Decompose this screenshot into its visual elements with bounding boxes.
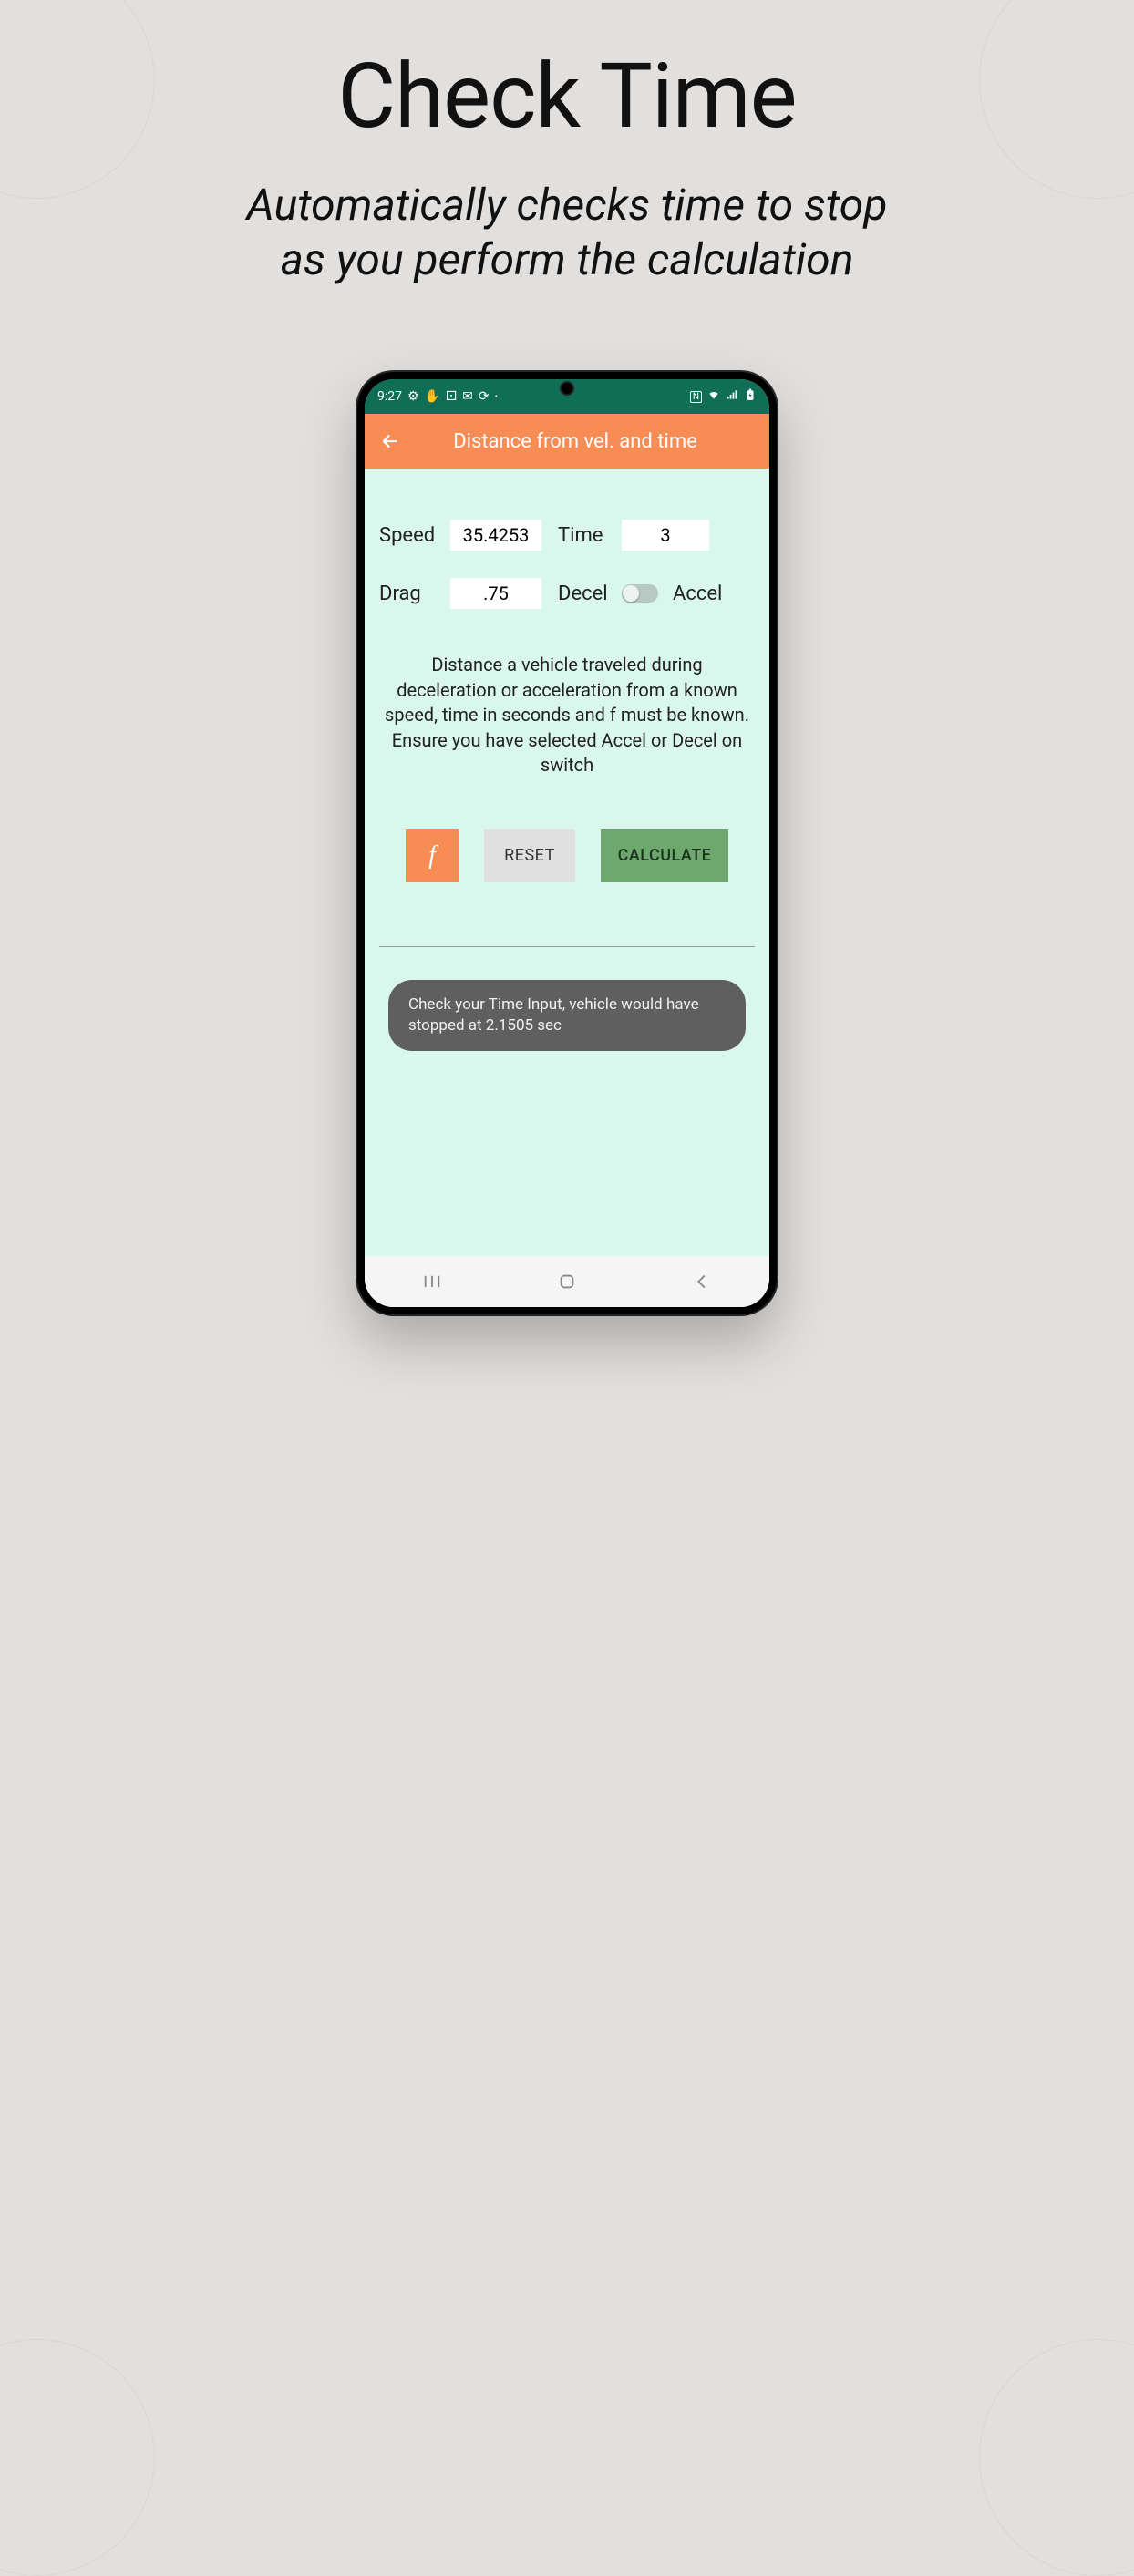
- recents-button[interactable]: [414, 1263, 450, 1300]
- promo-subtitle: Automatically checks time to stop as you…: [0, 178, 1134, 287]
- more-icon: •: [495, 392, 498, 402]
- speed-label: Speed: [379, 524, 450, 547]
- f-button[interactable]: f: [406, 829, 459, 882]
- signal-icon: [726, 388, 738, 405]
- divider: [379, 946, 755, 947]
- speed-input[interactable]: [450, 520, 541, 551]
- promo-title: Check Time: [0, 44, 1134, 149]
- drag-label: Drag: [379, 582, 450, 605]
- accel-label: Accel: [673, 582, 722, 605]
- accel-decel-toggle[interactable]: [622, 584, 658, 603]
- decel-label: Decel: [558, 582, 622, 605]
- nav-back-button[interactable]: [684, 1263, 720, 1300]
- chevron-left-icon: [692, 1272, 712, 1292]
- sync-icon: ⟳: [479, 389, 490, 404]
- toast-message: Check your Time Input, vehicle would hav…: [388, 980, 746, 1051]
- app-bar: Distance from vel. and time: [365, 414, 769, 469]
- input-row-2: Drag Decel Accel: [379, 578, 755, 609]
- voicemail-icon: ⚀: [446, 389, 457, 404]
- reset-button[interactable]: RESET: [484, 829, 575, 882]
- status-left: 9:27 ⚙ ✋ ⚀ ✉ ⟳ •: [377, 389, 498, 404]
- drag-input[interactable]: [450, 578, 541, 609]
- phone-frame: 9:27 ⚙ ✋ ⚀ ✉ ⟳ • N: [357, 372, 777, 1314]
- input-row-1: Speed Time: [379, 520, 755, 551]
- nfc-icon: N: [690, 391, 702, 403]
- status-right: N: [690, 388, 757, 405]
- button-row: f RESET CALCULATE: [379, 829, 755, 882]
- gesture-icon: ✋: [425, 389, 440, 404]
- toggle-knob: [623, 585, 639, 602]
- content-area: Speed Time Drag Decel Accel Distance a v…: [365, 469, 769, 1256]
- phone-camera: [560, 381, 574, 396]
- app-title: Distance from vel. and time: [394, 430, 757, 453]
- android-nav-bar: [365, 1256, 769, 1307]
- time-input[interactable]: [622, 520, 709, 551]
- promo-subtitle-line1: Automatically checks time to stop: [247, 179, 888, 231]
- decorative-corner: [979, 0, 1134, 199]
- calculate-button[interactable]: CALCULATE: [601, 829, 728, 882]
- wifi-icon: [707, 388, 720, 405]
- battery-icon: [744, 388, 757, 405]
- mode-toggle-wrap: Accel: [622, 582, 722, 605]
- decorative-corner: [979, 2339, 1134, 2576]
- decorative-corner: [0, 2339, 155, 2576]
- home-icon: [557, 1272, 577, 1292]
- promo-subtitle-line2: as you perform the calculation: [281, 233, 854, 285]
- phone-screen: 9:27 ⚙ ✋ ⚀ ✉ ⟳ • N: [365, 379, 769, 1307]
- settings-icon: ⚙: [407, 389, 419, 404]
- description-text: Distance a vehicle traveled during decel…: [379, 653, 755, 778]
- time-label: Time: [558, 524, 622, 547]
- recents-icon: [422, 1272, 442, 1292]
- message-icon: ✉: [462, 389, 473, 404]
- decorative-corner: [0, 0, 155, 199]
- home-button[interactable]: [549, 1263, 585, 1300]
- status-time: 9:27: [377, 389, 402, 404]
